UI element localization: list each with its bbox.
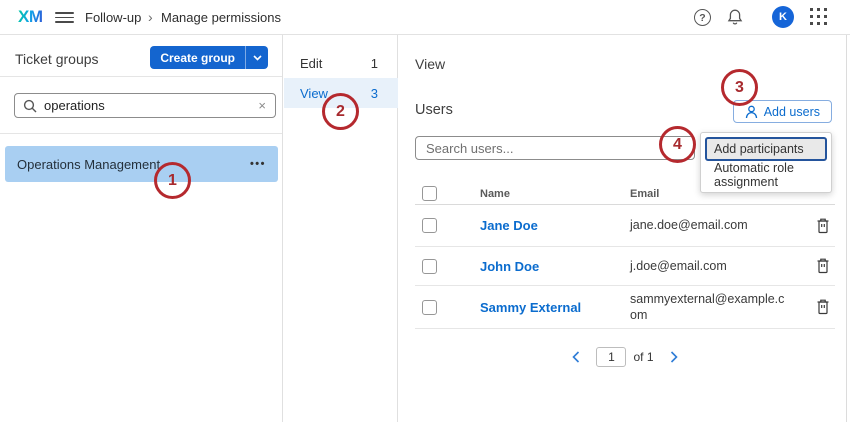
chevron-down-icon	[253, 55, 262, 61]
column-header-name: Name	[480, 188, 630, 200]
table-row: Jane Doe jane.doe@email.com	[415, 205, 835, 247]
user-search-input[interactable]	[416, 137, 694, 159]
help-glyph: ?	[699, 12, 705, 24]
delete-user-icon[interactable]	[811, 218, 835, 234]
top-bar: XM Follow-up › Manage permissions ? K	[0, 0, 850, 35]
table-row: John Doe j.doe@email.com	[415, 247, 835, 286]
group-row-operations-management[interactable]: Operations Management •••	[5, 146, 278, 182]
user-email: jane.doe@email.com	[630, 217, 786, 233]
person-icon	[745, 105, 758, 119]
hamburger-menu-icon[interactable]	[55, 12, 74, 23]
avatar-initial: K	[779, 11, 787, 23]
create-group-button[interactable]: Create group	[150, 46, 245, 69]
page-count-label: of 1	[633, 350, 653, 364]
menu-item-add-participants[interactable]: Add participants	[705, 137, 827, 161]
app-grid-icon[interactable]	[810, 8, 828, 26]
previous-page-icon[interactable]	[572, 351, 580, 363]
select-row-checkbox[interactable]	[422, 218, 437, 233]
users-table: Name Email Jane Doe jane.doe@email.com	[415, 183, 835, 329]
role-count: 3	[371, 86, 378, 101]
user-name-link[interactable]: Jane Doe	[480, 218, 630, 233]
select-row-checkbox[interactable]	[422, 259, 437, 274]
user-avatar[interactable]: K	[772, 6, 794, 28]
annotation-number: 3	[735, 79, 744, 97]
delete-user-icon[interactable]	[811, 258, 835, 274]
ticket-groups-panel: Ticket groups Create group × Operations …	[0, 35, 283, 422]
annotation-number: 4	[673, 136, 682, 154]
annotation-number: 1	[168, 172, 177, 190]
annotation-circle-1: 1	[154, 162, 191, 199]
select-all-checkbox[interactable]	[422, 186, 437, 201]
divider	[0, 76, 282, 77]
add-users-dropdown-menu: Add participants Automatic role assignme…	[700, 132, 832, 193]
user-search-box	[415, 136, 695, 160]
role-label: Edit	[300, 56, 322, 71]
table-row: Sammy External sammyexternal@example.com	[415, 286, 835, 329]
group-search-input[interactable]	[44, 98, 258, 113]
create-group-split-button: Create group	[150, 46, 268, 69]
page-number-input[interactable]	[597, 348, 625, 366]
clear-search-icon[interactable]: ×	[258, 99, 266, 112]
group-search-box: ×	[14, 93, 276, 118]
annotation-number: 2	[336, 103, 345, 121]
annotation-circle-3: 3	[721, 69, 758, 106]
user-name-link[interactable]: Sammy External	[480, 300, 630, 315]
page-number-box	[596, 347, 626, 367]
users-heading: Users	[415, 102, 453, 118]
xm-logo: XM	[18, 7, 43, 27]
add-users-label: Add users	[764, 105, 820, 119]
delete-user-icon[interactable]	[811, 299, 835, 315]
create-group-dropdown-button[interactable]	[245, 46, 268, 69]
view-role-panel: View Users Add users Add participants Au…	[399, 35, 847, 422]
search-icon	[23, 99, 37, 113]
breadcrumb-separator-icon: ›	[148, 0, 153, 35]
page-title: View	[415, 56, 445, 72]
help-icon[interactable]: ?	[694, 9, 711, 26]
role-item-edit[interactable]: Edit 1	[284, 48, 398, 78]
breadcrumb-page: Manage permissions	[161, 0, 281, 35]
role-count: 1	[371, 56, 378, 71]
ticket-groups-title: Ticket groups	[15, 51, 99, 67]
manage-permissions-page: XM Follow-up › Manage permissions ? K Ti…	[0, 0, 850, 422]
more-options-icon[interactable]: •••	[250, 158, 266, 170]
divider	[0, 133, 282, 134]
user-email: j.doe@email.com	[630, 258, 786, 274]
user-name-link[interactable]: John Doe	[480, 259, 630, 274]
notifications-bell-icon[interactable]	[726, 8, 744, 32]
select-row-checkbox[interactable]	[422, 300, 437, 315]
group-name: Operations Management	[17, 157, 160, 172]
next-page-icon[interactable]	[670, 351, 678, 363]
pagination: of 1	[415, 347, 835, 367]
user-email: sammyexternal@example.com	[630, 291, 786, 324]
menu-item-automatic-role-assignment[interactable]: Automatic role assignment	[705, 161, 827, 188]
annotation-circle-4: 4	[659, 126, 696, 163]
role-label: View	[300, 86, 328, 101]
breadcrumb-section[interactable]: Follow-up	[85, 0, 141, 35]
annotation-circle-2: 2	[322, 93, 359, 130]
